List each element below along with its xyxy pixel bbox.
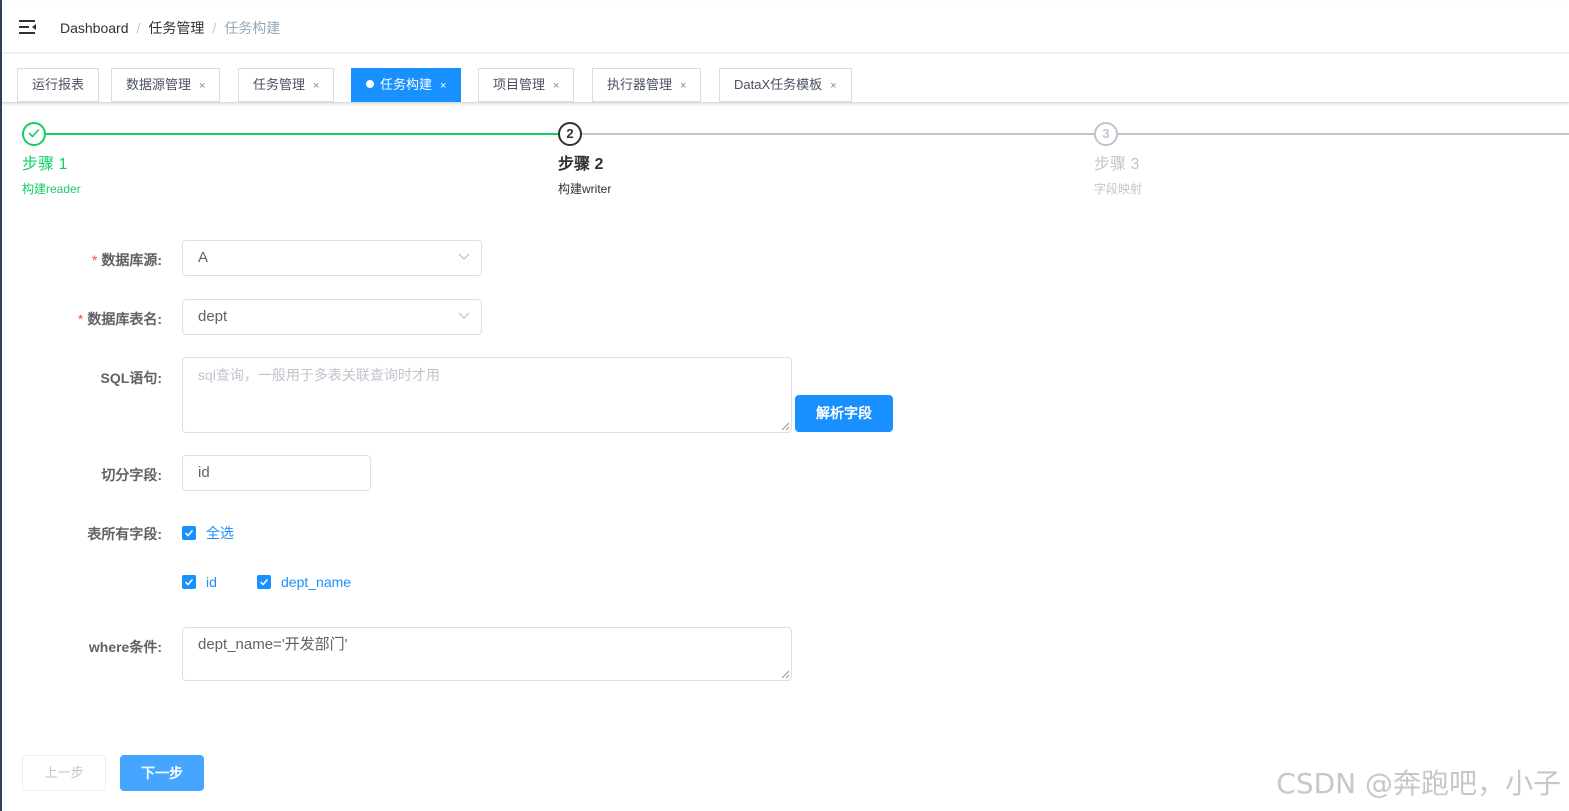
tab-label: 任务构建 — [380, 77, 433, 92]
fields-label: 表所有字段: — [87, 526, 162, 542]
label-text: 数据库源: — [101, 252, 162, 268]
close-icon[interactable]: × — [440, 80, 446, 92]
tab-datasource[interactable]: 数据源管理 × — [111, 68, 221, 102]
table-select[interactable]: dept — [182, 299, 482, 335]
resize-handle-icon[interactable] — [781, 670, 790, 679]
tags-view: 运行报表 数据源管理 × 任务管理 × 任务构建 × 项目管理 × 执行器管理 × Dat… — [2, 54, 1569, 103]
datasource-select[interactable]: A — [182, 240, 482, 276]
step-2-title: 步骤 2 — [558, 156, 604, 173]
checkbox-label: 全选 — [206, 525, 234, 541]
breadcrumb-task-build: 任务构建 — [224, 20, 281, 36]
active-dot-icon — [366, 80, 374, 88]
tab-label: 数据源管理 — [126, 77, 192, 92]
tab-run-report[interactable]: 运行报表 — [17, 68, 100, 102]
step-3-icon: 3 — [1094, 122, 1118, 146]
prev-step-button[interactable]: 上一步 — [22, 755, 106, 791]
table-label: * 数据库表名: — [2, 309, 162, 329]
step-1-check-icon — [22, 122, 46, 146]
select-value: dept — [198, 308, 228, 325]
breadcrumb-dashboard[interactable]: Dashboard — [60, 20, 129, 36]
parse-fields-button[interactable]: 解析字段 — [795, 395, 893, 432]
tab-label: 任务管理 — [253, 77, 306, 92]
breadcrumb-separator: / — [136, 20, 141, 36]
step-1-desc: 构建reader — [22, 182, 81, 196]
breadcrumb-task-management[interactable]: 任务管理 — [148, 20, 204, 36]
where-value: dept_name='开发部门' — [198, 636, 348, 653]
step-2-desc: 构建writer — [558, 182, 612, 196]
close-icon[interactable]: × — [553, 80, 559, 92]
step-line-1 — [46, 133, 558, 135]
required-mark: * — [77, 311, 84, 327]
where-label: where条件: — [88, 639, 162, 655]
tab-executor-management[interactable]: 执行器管理 × — [592, 68, 702, 102]
hamburger-icon[interactable] — [19, 19, 37, 35]
chevron-down-icon — [458, 312, 470, 319]
tab-task-build[interactable]: 任务构建 × — [351, 68, 462, 102]
tab-label: 项目管理 — [493, 77, 546, 92]
where-textarea[interactable]: dept_name='开发部门' — [182, 627, 792, 681]
step-3-desc: 字段映射 — [1094, 182, 1143, 196]
navbar: Dashboard / 任务管理 / 任务构建 — [2, 3, 1569, 53]
watermark: CSDN @奔跑吧，小子 — [1276, 767, 1561, 800]
checkbox-label: id — [206, 574, 217, 590]
sql-textarea[interactable]: sql查询，一般用于多表关联查询时才用 — [182, 357, 792, 433]
checkbox-checked-icon — [182, 526, 196, 540]
breadcrumb-separator: / — [212, 20, 217, 36]
sql-placeholder: sql查询，一般用于多表关联查询时才用 — [198, 367, 440, 383]
steps: 步骤 1 构建reader 2 步骤 2 构建writer 3 步骤 3 字段映… — [2, 120, 1569, 210]
field-checkbox-id[interactable]: id — [182, 574, 217, 590]
close-icon[interactable]: × — [830, 80, 836, 92]
tab-project-management[interactable]: 项目管理 × — [478, 68, 575, 102]
resize-handle-icon[interactable] — [781, 422, 790, 431]
step-1-title: 步骤 1 — [22, 156, 68, 173]
sql-label: SQL语句: — [100, 370, 162, 386]
tab-datax-template[interactable]: DataX任务模板 × — [719, 68, 852, 102]
field-checkbox-dept-name[interactable]: dept_name — [257, 574, 351, 590]
tab-label: 运行报表 — [32, 77, 85, 92]
tab-label: DataX任务模板 — [734, 77, 823, 92]
label-text: 数据库表名: — [87, 311, 162, 327]
select-all-checkbox[interactable]: 全选 — [182, 523, 234, 543]
tab-label: 执行器管理 — [607, 77, 673, 92]
chevron-down-icon — [458, 253, 470, 260]
step-3-title: 步骤 3 — [1094, 156, 1140, 173]
close-icon[interactable]: × — [680, 80, 686, 92]
next-step-button[interactable]: 下一步 — [120, 755, 204, 791]
breadcrumb: Dashboard / 任务管理 / 任务构建 — [60, 20, 280, 36]
tab-task-management[interactable]: 任务管理 × — [238, 68, 335, 102]
required-mark: * — [91, 252, 98, 268]
checkbox-checked-icon — [182, 575, 196, 589]
select-value: A — [198, 249, 209, 266]
split-label: 切分字段: — [101, 467, 162, 483]
checkbox-label: dept_name — [281, 574, 352, 590]
close-icon[interactable]: × — [313, 80, 319, 92]
split-field-input[interactable]: id — [182, 455, 371, 491]
checkbox-checked-icon — [257, 575, 271, 589]
step-line-2 — [582, 133, 1094, 135]
step-2-icon: 2 — [558, 122, 582, 146]
datasource-label: * 数据库源: — [2, 250, 162, 270]
step-line-3 — [1118, 133, 1569, 135]
close-icon[interactable]: × — [199, 80, 205, 92]
